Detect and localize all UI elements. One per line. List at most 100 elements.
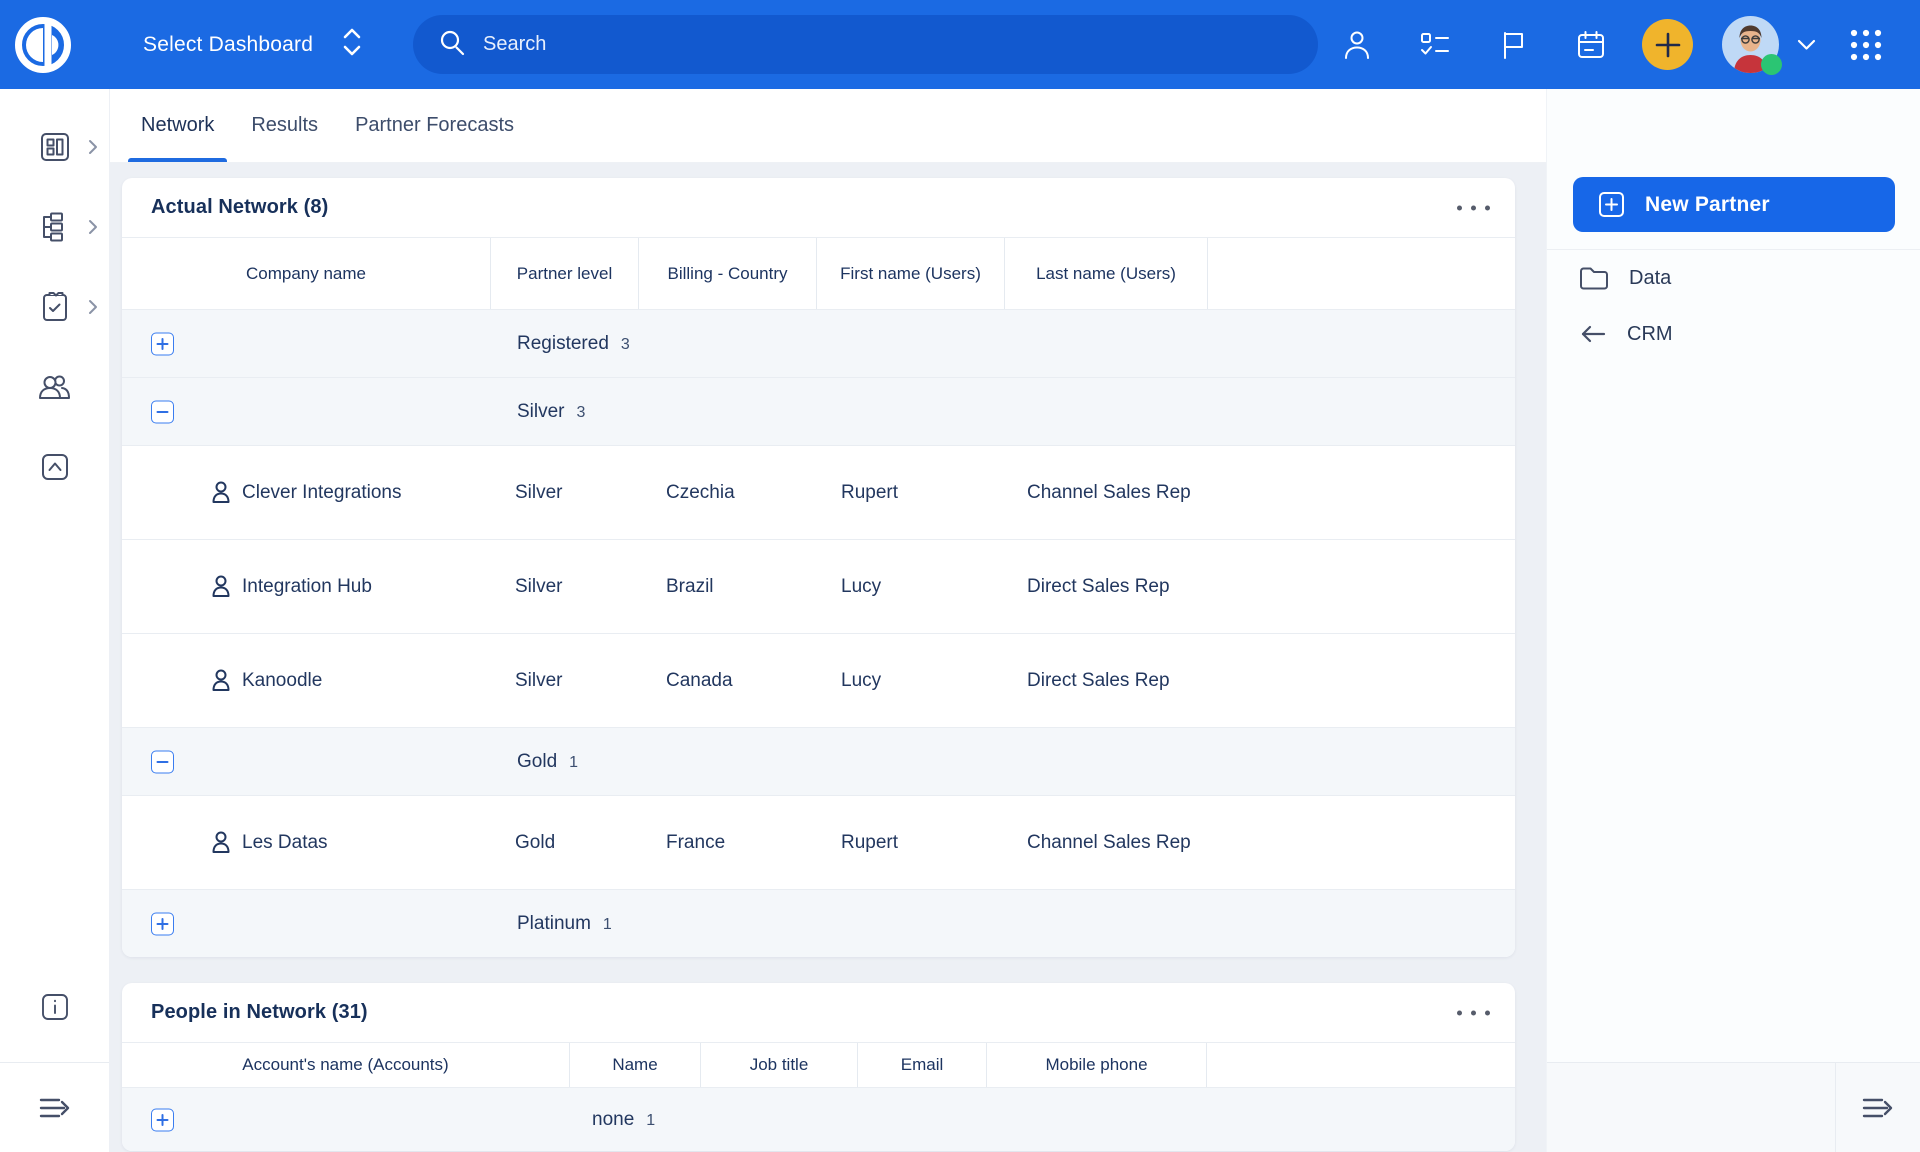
- sidebar-item-clipboard-check[interactable]: [0, 267, 109, 347]
- collapse-group-button[interactable]: [151, 750, 174, 773]
- card-title: People in Network (31): [151, 1001, 368, 1024]
- cell-company[interactable]: Clever Integrations: [122, 479, 490, 507]
- cell-country: Czechia: [638, 479, 816, 507]
- cell-last: Channel Sales Rep: [1004, 829, 1207, 857]
- column-header[interactable]: Mobile phone: [986, 1043, 1206, 1087]
- new-partner-label: New Partner: [1645, 193, 1770, 217]
- cell-company[interactable]: Integration Hub: [122, 573, 490, 601]
- table-row: Integration HubSilverBrazilLucyDirect Sa…: [122, 539, 1515, 633]
- expand-sidebar-button[interactable]: [0, 1062, 109, 1152]
- tab-network[interactable]: Network: [141, 114, 214, 162]
- group-label: Gold1: [517, 751, 578, 773]
- group-row: Registered3: [122, 309, 1515, 377]
- cell-last: Direct Sales Rep: [1004, 667, 1207, 695]
- expand-group-button[interactable]: [151, 912, 174, 935]
- account-person-icon: [210, 830, 232, 854]
- arrow-left-icon: [1578, 322, 1608, 346]
- column-header[interactable]: Account's name (Accounts): [122, 1043, 569, 1087]
- plus-box-icon: [1598, 191, 1625, 218]
- column-header[interactable]: First name (Users): [816, 238, 1004, 309]
- people-table-body: none1: [122, 1087, 1515, 1151]
- cell-company[interactable]: Kanoodle: [122, 667, 490, 695]
- people-card-header: People in Network (31): [122, 983, 1515, 1042]
- user-menu-chevron-icon[interactable]: [1797, 38, 1816, 56]
- panel-item-label: Data: [1629, 267, 1671, 290]
- card-title: Actual Network (8): [151, 196, 328, 219]
- column-header[interactable]: [1206, 1043, 1515, 1087]
- cell-level: Silver: [490, 479, 638, 507]
- dashboard-selector[interactable]: Select Dashboard: [143, 26, 363, 64]
- column-header[interactable]: [1207, 238, 1515, 309]
- group-row: Silver3: [122, 377, 1515, 445]
- cell-first: Lucy: [816, 667, 1004, 695]
- column-header[interactable]: Email: [857, 1043, 986, 1087]
- cell-first: Rupert: [816, 829, 1004, 857]
- folder-icon: [1578, 264, 1610, 292]
- dashboard-canvas: Actual Network (8) Company namePartner l…: [110, 163, 1546, 1151]
- clipboard-check-icon: [39, 290, 71, 324]
- user-icon[interactable]: [1340, 28, 1374, 62]
- column-header[interactable]: Billing - Country: [638, 238, 816, 309]
- sidebar-item-dashboard[interactable]: [0, 107, 109, 187]
- people-icon: [37, 372, 73, 402]
- search-placeholder: Search: [483, 33, 546, 56]
- column-header[interactable]: Name: [569, 1043, 700, 1087]
- left-sidebar: [0, 89, 110, 1152]
- card-menu-kebab-icon[interactable]: [1457, 1010, 1490, 1015]
- new-partner-button[interactable]: New Partner: [1573, 177, 1895, 232]
- panel-item-data[interactable]: Data: [1547, 250, 1920, 306]
- collapse-group-button[interactable]: [151, 400, 174, 423]
- account-person-icon: [210, 574, 232, 598]
- cell-country: Brazil: [638, 573, 816, 601]
- table-row: Les DatasGoldFranceRupertChannel Sales R…: [122, 795, 1515, 889]
- app-root: Select Dashboard Search: [0, 0, 1920, 1152]
- chevron-right-icon: [87, 138, 99, 156]
- actual-network-card-header: Actual Network (8): [122, 178, 1515, 237]
- column-header[interactable]: Partner level: [490, 238, 638, 309]
- unfold-icon: [341, 26, 363, 64]
- group-label: Registered3: [517, 333, 630, 355]
- topbar: Select Dashboard Search: [0, 0, 1920, 89]
- cell-level: Silver: [490, 573, 638, 601]
- dashboard-icon: [38, 130, 72, 164]
- column-header[interactable]: Job title: [700, 1043, 857, 1087]
- column-header[interactable]: Last name (Users): [1004, 238, 1207, 309]
- calendar-icon[interactable]: [1574, 28, 1608, 62]
- app-logo-icon[interactable]: [0, 0, 86, 89]
- group-row: Platinum1: [122, 889, 1515, 957]
- main-content: Network Results Partner Forecasts Actual…: [110, 89, 1546, 1152]
- tab-partner-forecasts[interactable]: Partner Forecasts: [355, 114, 514, 162]
- network-table-body: Registered3Silver3Clever IntegrationsSil…: [122, 309, 1515, 957]
- card-menu-kebab-icon[interactable]: [1457, 205, 1490, 210]
- account-person-icon: [210, 480, 232, 504]
- tab-results[interactable]: Results: [251, 114, 318, 162]
- sidebar-item-collapse-box[interactable]: [0, 427, 109, 507]
- flag-icon[interactable]: [1496, 28, 1530, 62]
- group-row: Gold1: [122, 727, 1515, 795]
- quick-add-button[interactable]: [1642, 19, 1693, 70]
- sidebar-item-hierarchy[interactable]: [0, 187, 109, 267]
- cell-company[interactable]: Les Datas: [122, 829, 490, 857]
- expand-group-button[interactable]: [151, 332, 174, 355]
- topbar-action-icons: [1340, 0, 1608, 89]
- table-row: Clever IntegrationsSilverCzechiaRupertCh…: [122, 445, 1515, 539]
- info-icon[interactable]: [0, 992, 109, 1022]
- user-avatar[interactable]: [1722, 16, 1779, 73]
- collapse-panel-button[interactable]: [1835, 1063, 1920, 1152]
- tasks-icon[interactable]: [1418, 28, 1452, 62]
- presence-indicator: [1761, 54, 1782, 75]
- sidebar-item-people[interactable]: [0, 347, 109, 427]
- column-header[interactable]: Company name: [122, 238, 490, 309]
- people-in-network-card: People in Network (31) Account's name (A…: [122, 983, 1515, 1151]
- table-row: KanoodleSilverCanadaLucyDirect Sales Rep: [122, 633, 1515, 727]
- panel-item-crm[interactable]: CRM: [1547, 306, 1920, 362]
- search-input[interactable]: Search: [413, 15, 1318, 74]
- collapse-box-icon: [39, 451, 71, 483]
- group-row: none1: [122, 1087, 1515, 1151]
- expand-group-button[interactable]: [151, 1108, 174, 1131]
- chevron-right-icon: [87, 298, 99, 316]
- actual-network-card: Actual Network (8) Company namePartner l…: [122, 178, 1515, 957]
- apps-grid-icon[interactable]: [1847, 26, 1885, 69]
- right-panel-footer: [1547, 1062, 1920, 1152]
- right-panel: New Partner Data CRM: [1546, 89, 1920, 1152]
